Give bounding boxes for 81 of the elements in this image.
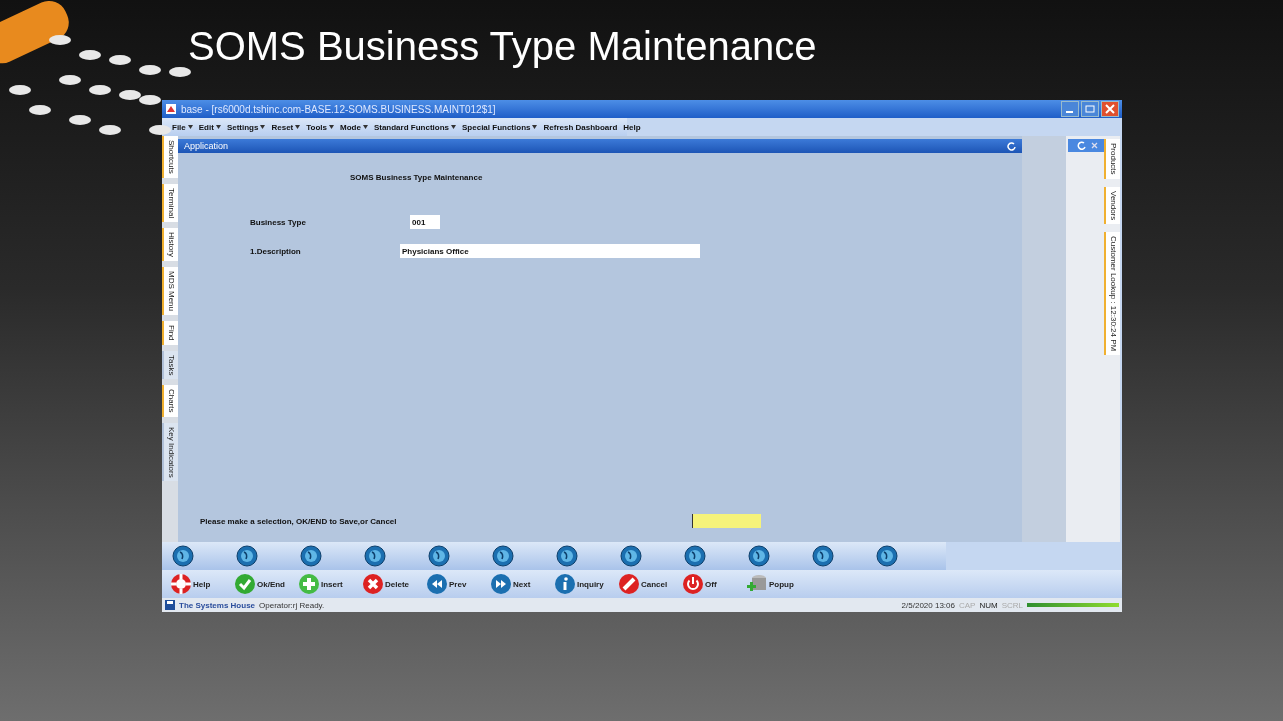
window-title: base - [rs6000d.tshinc.com-BASE.12-SOMS.BUSINESS.MAINT012$1] bbox=[181, 103, 496, 115]
side-tab[interactable]: Charts bbox=[162, 384, 178, 417]
globe-icon[interactable] bbox=[492, 545, 514, 567]
side-tab[interactable]: Terminal bbox=[162, 183, 178, 223]
side-tab[interactable]: Key Indicators bbox=[162, 422, 178, 482]
side-tab[interactable]: Customer Lookup : 12:30:24 PM bbox=[1104, 231, 1120, 356]
action-button[interactable]: Insert bbox=[298, 573, 362, 595]
globe-icon[interactable] bbox=[620, 545, 642, 567]
key-indicator: CAP bbox=[959, 600, 976, 610]
action-button[interactable]: Help bbox=[170, 573, 234, 595]
panel-title: Application bbox=[184, 141, 229, 151]
globe-icon[interactable] bbox=[684, 545, 706, 567]
globe-icon[interactable] bbox=[428, 545, 450, 567]
action-button[interactable]: Prev bbox=[426, 573, 490, 595]
refresh-icon[interactable] bbox=[1007, 141, 1016, 151]
dropdown-arrow-icon bbox=[260, 125, 266, 129]
form-heading: SOMS Business Type Maintenance bbox=[350, 173, 484, 182]
globe-icon[interactable] bbox=[300, 545, 322, 567]
side-tab[interactable]: History bbox=[162, 228, 178, 261]
input-field[interactable] bbox=[692, 514, 761, 528]
dropdown-arrow-icon bbox=[362, 125, 368, 129]
plus-icon bbox=[298, 573, 320, 595]
globe-icon[interactable] bbox=[748, 545, 770, 567]
action-button[interactable]: Off bbox=[682, 573, 746, 595]
globe-icon[interactable] bbox=[236, 545, 258, 567]
side-tab[interactable]: Tasks bbox=[162, 350, 178, 379]
globe-icon[interactable] bbox=[172, 545, 194, 567]
app-icon bbox=[165, 103, 177, 115]
action-button[interactable]: Popup bbox=[746, 573, 810, 595]
action-button[interactable]: Cancel bbox=[618, 573, 682, 595]
key-indicator: SCRL bbox=[1001, 600, 1023, 610]
minimize-button[interactable] bbox=[1061, 101, 1079, 117]
info-icon bbox=[554, 573, 576, 595]
close-button[interactable] bbox=[1101, 101, 1119, 117]
menu-item[interactable]: Help bbox=[623, 122, 641, 132]
menu-item[interactable]: Refresh Dashboard bbox=[543, 122, 618, 132]
date-time: 2/5/2020 13:06 bbox=[901, 600, 955, 610]
panel-controls[interactable] bbox=[1068, 139, 1104, 152]
menu-item[interactable]: Reset bbox=[271, 122, 301, 132]
input-field[interactable]: Physicians Office bbox=[400, 244, 700, 258]
side-tab[interactable]: MDS Menu bbox=[162, 266, 178, 315]
dropdown-arrow-icon bbox=[215, 125, 221, 129]
action-button[interactable]: Inquiry bbox=[554, 573, 618, 595]
menu-item[interactable]: Mode bbox=[340, 122, 368, 132]
side-tab[interactable]: Vendors bbox=[1104, 186, 1120, 224]
menu-item[interactable]: Edit bbox=[198, 122, 221, 132]
rewind-icon bbox=[426, 573, 448, 595]
globe-icon[interactable] bbox=[364, 545, 386, 567]
input-field[interactable]: 001 bbox=[410, 215, 440, 229]
side-tab[interactable]: Find bbox=[162, 320, 178, 345]
x-icon bbox=[362, 573, 384, 595]
slide-title: SOMS Business Type Maintenance bbox=[188, 24, 818, 70]
globe-icon[interactable] bbox=[812, 545, 834, 567]
dropdown-arrow-icon bbox=[187, 125, 193, 129]
checkmark-icon bbox=[234, 573, 256, 595]
menu-item[interactable]: Settings bbox=[226, 122, 266, 132]
globe-icon[interactable] bbox=[556, 545, 578, 567]
action-button[interactable]: Next bbox=[490, 573, 554, 595]
company-name: The Systems House bbox=[179, 600, 256, 610]
dropdown-arrow-icon bbox=[451, 125, 456, 129]
side-tab[interactable]: Products bbox=[1104, 139, 1120, 179]
no-entry-icon bbox=[618, 573, 640, 595]
dropdown-arrow-icon bbox=[295, 125, 301, 129]
prompt-text: Please make a selection, OK/END to Save,or Cancel bbox=[200, 516, 398, 526]
status-message: Operator:rj Ready. bbox=[259, 600, 325, 610]
key-indicator: NUM bbox=[979, 600, 998, 610]
menu-item[interactable]: Special Functions bbox=[462, 122, 538, 132]
side-tab[interactable]: Shortcuts bbox=[162, 136, 178, 178]
menu-item[interactable]: Standard Functions bbox=[373, 122, 456, 132]
action-button[interactable]: Ok/End bbox=[234, 573, 298, 595]
globe-icon[interactable] bbox=[876, 545, 898, 567]
dropdown-arrow-icon bbox=[532, 125, 538, 129]
action-button[interactable]: Delete bbox=[362, 573, 426, 595]
power-icon bbox=[682, 573, 704, 595]
menu-item[interactable]: Tools bbox=[306, 122, 334, 132]
field-label: Business Type bbox=[250, 217, 307, 227]
save-icon bbox=[165, 600, 175, 610]
lifebuoy-icon bbox=[170, 573, 192, 595]
fast-forward-icon bbox=[490, 573, 512, 595]
menu-item[interactable]: File bbox=[172, 122, 193, 132]
dropdown-arrow-icon bbox=[329, 125, 334, 129]
